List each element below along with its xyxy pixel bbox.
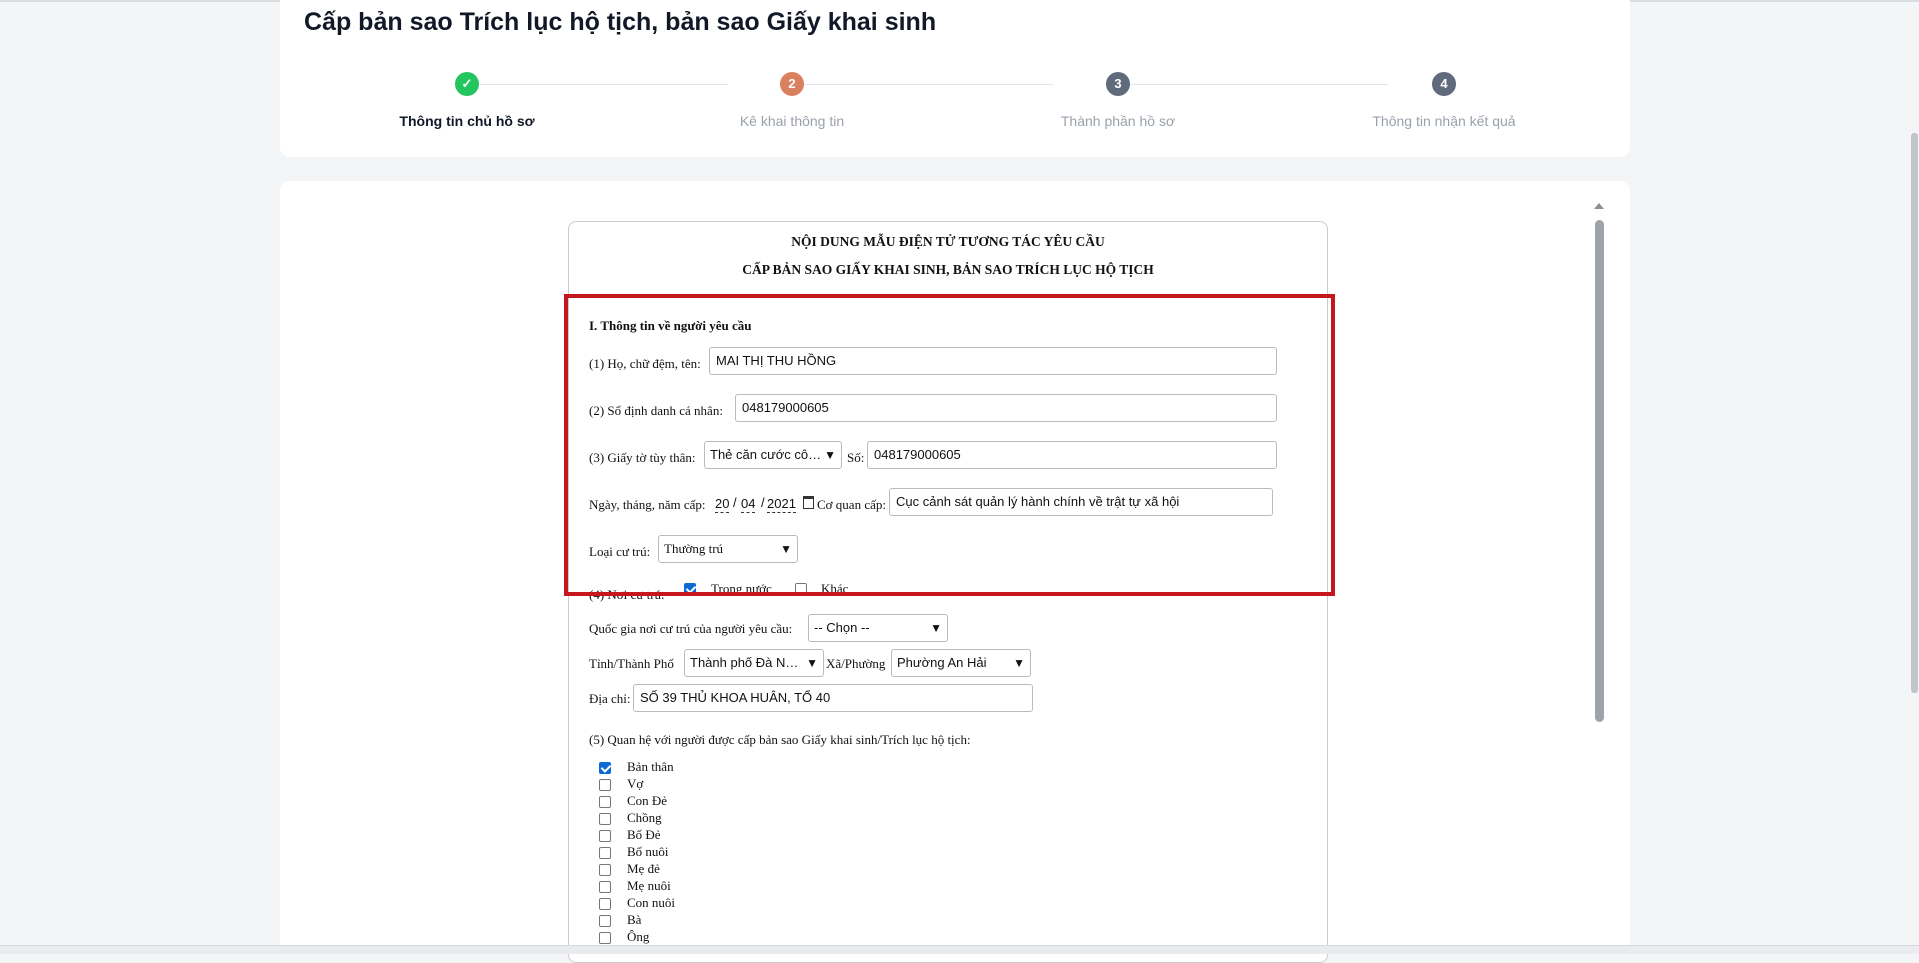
residence-type-label: Loại cư trú: bbox=[589, 544, 651, 559]
name-input[interactable]: MAI THỊ THU HỒNG bbox=[709, 347, 1277, 375]
date-separator-1: / bbox=[733, 495, 737, 510]
relation-option-label: Con nuôi bbox=[627, 895, 676, 910]
step-3-number: 3 bbox=[1106, 72, 1130, 96]
address-label: Địa chỉ: bbox=[589, 691, 631, 706]
country-label: Quốc gia nơi cư trú của người yêu cầu: bbox=[589, 621, 793, 636]
chevron-down-icon: ▼ bbox=[780, 542, 792, 556]
residence-domestic-label: Trong nước bbox=[711, 581, 772, 596]
relation-checkbox-ban-than[interactable] bbox=[599, 762, 611, 774]
residence-other-label: Khác bbox=[821, 581, 849, 596]
window-scrollbar-thumb[interactable] bbox=[1911, 133, 1918, 693]
issuer-input[interactable]: Cục cảnh sát quản lý hành chính về trật … bbox=[889, 488, 1273, 516]
relation-option-label: Chồng bbox=[627, 810, 662, 825]
id-document-type-select[interactable]: Thẻ căn cước cô… ▼ bbox=[704, 441, 842, 469]
province-label: Tỉnh/Thành Phố bbox=[589, 656, 674, 671]
relation-checkbox-con-de[interactable] bbox=[599, 796, 611, 808]
relation-option-label: Con Đẻ bbox=[627, 793, 668, 808]
step-1-label[interactable]: Thông tin chủ hồ sơ bbox=[337, 113, 597, 129]
step-connector-3 bbox=[1120, 84, 1388, 85]
chevron-down-icon: ▼ bbox=[1013, 656, 1025, 670]
relation-checkbox-ong[interactable] bbox=[599, 932, 611, 944]
step-2-label[interactable]: Kê khai thông tin bbox=[662, 113, 922, 129]
relation-option-label: Mẹ đẻ bbox=[627, 861, 660, 876]
residence-domestic-checkbox[interactable] bbox=[684, 583, 696, 595]
relation-checkbox-ba[interactable] bbox=[599, 915, 611, 927]
issue-date-label: Ngày, tháng, năm cấp: bbox=[589, 497, 706, 512]
relation-option-label: Ông bbox=[627, 929, 650, 944]
residence-label: (4) Nơi cư trú: bbox=[589, 587, 665, 602]
calendar-icon[interactable] bbox=[803, 496, 814, 509]
relation-option-label: Bà bbox=[627, 912, 642, 927]
relation-option-label: Bản thân bbox=[627, 759, 674, 774]
document-number-label: Số: bbox=[847, 450, 865, 465]
chevron-down-icon: ▼ bbox=[806, 656, 818, 670]
scroll-up-arrow-icon[interactable] bbox=[1594, 203, 1604, 209]
name-label: (1) Họ, chữ đệm, tên: bbox=[589, 356, 701, 371]
chevron-down-icon: ▼ bbox=[930, 621, 942, 635]
issue-date-month[interactable]: 04 bbox=[741, 495, 756, 513]
ward-label: Xã/Phường bbox=[826, 656, 886, 671]
relation-option-label: Bố nuôi bbox=[627, 844, 669, 859]
chevron-down-icon: ▼ bbox=[824, 448, 836, 462]
address-input[interactable]: SỐ 39 THỦ KHOA HUÂN, TỔ 40 bbox=[633, 684, 1033, 712]
country-value: -- Chọn -- bbox=[814, 620, 870, 635]
id-document-type-value: Thẻ căn cước cô… bbox=[710, 447, 822, 462]
relation-checkbox-me-de[interactable] bbox=[599, 864, 611, 876]
step-4-label[interactable]: Thông tin nhận kết quả bbox=[1314, 113, 1574, 129]
relation-label: (5) Quan hệ với người được cấp bản sao G… bbox=[589, 732, 971, 747]
province-select[interactable]: Thành phố Đà N… ▼ bbox=[684, 649, 824, 677]
step-3-label[interactable]: Thành phần hồ sơ bbox=[988, 113, 1248, 129]
step-4-number: 4 bbox=[1432, 72, 1456, 96]
form-title-line2: CẤP BẢN SAO GIẤY KHAI SINH, BẢN SAO TRÍC… bbox=[742, 262, 1154, 277]
step-connector-2 bbox=[793, 84, 1053, 85]
date-separator-2: / bbox=[761, 495, 765, 510]
header-card: Cấp bản sao Trích lục hộ tịch, bản sao G… bbox=[280, 0, 1630, 157]
residence-other-checkbox[interactable] bbox=[795, 583, 807, 595]
issue-date-day[interactable]: 20 bbox=[715, 495, 730, 513]
relation-checkbox-me-nuoi[interactable] bbox=[599, 881, 611, 893]
relation-checkbox-bo-de[interactable] bbox=[599, 830, 611, 842]
relation-checkbox-bo-nuoi[interactable] bbox=[599, 847, 611, 859]
relation-option-label: Mẹ nuôi bbox=[627, 878, 671, 893]
personal-id-input[interactable]: 048179000605 bbox=[735, 394, 1277, 422]
relation-option-label: Vợ bbox=[627, 776, 644, 791]
relation-option-label: Bố Đẻ bbox=[627, 827, 661, 842]
page-title: Cấp bản sao Trích lục hộ tịch, bản sao G… bbox=[304, 8, 937, 36]
step-1-check-icon: ✓ bbox=[455, 72, 479, 96]
province-value: Thành phố Đà N… bbox=[690, 655, 799, 670]
issue-date-year[interactable]: 2021 bbox=[767, 495, 796, 513]
id-document-label: (3) Giấy tờ tùy thân: bbox=[589, 450, 696, 465]
section-1-heading: I. Thông tin về người yêu cầu bbox=[589, 318, 752, 333]
ward-select[interactable]: Phường An Hải ▼ bbox=[891, 649, 1031, 677]
relation-checkbox-chong[interactable] bbox=[599, 813, 611, 825]
residence-type-select[interactable]: Thường trú ▼ bbox=[658, 535, 798, 563]
issuer-label: Cơ quan cấp: bbox=[817, 497, 886, 512]
country-select[interactable]: -- Chọn -- ▼ bbox=[808, 614, 948, 642]
electronic-form: NỘI DUNG MẪU ĐIỆN TỬ TƯƠNG TÁC YÊU CẦU C… bbox=[568, 221, 1328, 963]
relation-checkbox-con-nuoi[interactable] bbox=[599, 898, 611, 910]
step-2-number: 2 bbox=[780, 72, 804, 96]
ward-value: Phường An Hải bbox=[897, 655, 987, 670]
step-connector-1 bbox=[468, 84, 728, 85]
residence-type-value: Thường trú bbox=[664, 541, 724, 556]
form-scrollbar-thumb[interactable] bbox=[1595, 220, 1604, 722]
relation-checkbox-vo[interactable] bbox=[599, 779, 611, 791]
form-title-line1: NỘI DUNG MẪU ĐIỆN TỬ TƯƠNG TÁC YÊU CẦU bbox=[791, 234, 1105, 249]
personal-id-label: (2) Số định danh cá nhân: bbox=[589, 403, 723, 418]
document-number-input[interactable]: 048179000605 bbox=[867, 441, 1277, 469]
